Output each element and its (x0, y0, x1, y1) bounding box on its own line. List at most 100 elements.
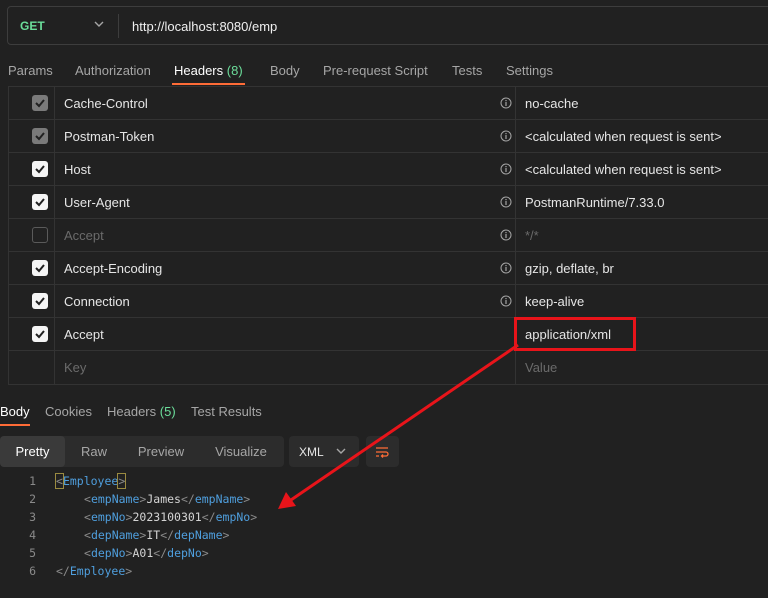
key-cell[interactable]: Accept (54, 318, 515, 350)
view-preview-button[interactable]: Preview (123, 436, 199, 467)
header-value: <calculated when request is sent> (525, 162, 722, 177)
new-value-input[interactable]: Value (515, 351, 768, 384)
header-value: <calculated when request is sent> (525, 129, 722, 144)
new-key-input[interactable]: Key (54, 351, 515, 384)
response-view-bar: Pretty Raw Preview Visualize XML (0, 436, 768, 468)
xml-root-open: Employee (62, 474, 119, 488)
url-input[interactable]: http://localhost:8080/emp (132, 19, 277, 34)
key-cell[interactable]: Accept (54, 219, 515, 251)
view-raw-button[interactable]: Raw (65, 436, 123, 467)
value-cell[interactable]: <calculated when request is sent> (515, 153, 768, 185)
key-cell[interactable]: Cache-Control (54, 87, 515, 119)
header-checkbox[interactable] (32, 194, 48, 210)
header-checkbox[interactable] (32, 227, 48, 243)
active-tab-indicator (172, 83, 245, 85)
response-active-tab-indicator (0, 424, 30, 426)
value-cell[interactable]: PostmanRuntime/7.33.0 (515, 186, 768, 218)
tab-headers[interactable]: Headers (8) (174, 63, 243, 78)
header-row: Accept */* (9, 218, 768, 251)
info-icon[interactable] (500, 163, 512, 175)
value-placeholder: Value (525, 360, 558, 375)
value-cell[interactable]: */* (515, 219, 768, 251)
tab-params[interactable]: Params (8, 63, 53, 78)
header-value: PostmanRuntime/7.33.0 (525, 195, 665, 210)
header-row: Accept-Encoding gzip, deflate, br (9, 251, 768, 284)
info-icon[interactable] (500, 97, 512, 109)
key-cell[interactable]: Accept-Encoding (54, 252, 515, 284)
response-tab-body[interactable]: Body (0, 404, 30, 419)
header-key: Accept-Encoding (64, 261, 163, 276)
checkbox-cell (9, 120, 54, 152)
key-cell[interactable]: Host (54, 153, 515, 185)
checkbox-cell (9, 252, 54, 284)
line-number: 4 (29, 528, 36, 542)
header-key: Connection (64, 294, 130, 309)
response-tab-test-results[interactable]: Test Results (191, 404, 262, 419)
value-cell[interactable]: keep-alive (515, 285, 768, 317)
header-checkbox[interactable] (32, 326, 48, 342)
code-line: 4 <depName>IT</depName> (0, 528, 768, 546)
headers-table: Cache-Control no-cache Postman-Token <ca… (8, 86, 768, 385)
key-cell[interactable]: Connection (54, 285, 515, 317)
header-checkbox[interactable] (32, 128, 48, 144)
tab-settings[interactable]: Settings (506, 63, 553, 78)
xml-tag-close: empName (194, 492, 244, 506)
wrap-lines-button[interactable] (366, 436, 399, 467)
info-icon[interactable] (500, 262, 512, 274)
line-number: 6 (29, 564, 36, 578)
header-row: User-Agent PostmanRuntime/7.33.0 (9, 185, 768, 218)
code-line: 5 <depNo>A01</depNo> (0, 546, 768, 564)
format-select[interactable]: XML (289, 436, 359, 467)
header-key: Postman-Token (64, 129, 155, 144)
header-value: */* (525, 228, 539, 243)
request-tabs: Params Authorization Headers (8) Body Pr… (0, 62, 768, 88)
response-tab-headers-count: (5) (159, 404, 176, 419)
header-row: Connection keep-alive (9, 284, 768, 317)
value-cell[interactable]: <calculated when request is sent> (515, 120, 768, 152)
checkbox-cell (9, 318, 54, 350)
header-value: no-cache (525, 96, 579, 111)
checkbox-cell (9, 219, 54, 251)
info-icon[interactable] (500, 295, 512, 307)
code-line: 3 <empNo>2023100301</empNo> (0, 510, 768, 528)
code-text: <depNo>A01</depNo> (84, 546, 209, 560)
request-url-bar: GET http://localhost:8080/emp (7, 6, 768, 45)
info-icon[interactable] (500, 130, 512, 142)
chevron-down-icon[interactable] (92, 17, 106, 31)
value-cell[interactable]: gzip, deflate, br (515, 252, 768, 284)
tab-tests[interactable]: Tests (452, 63, 482, 78)
key-cell[interactable]: User-Agent (54, 186, 515, 218)
view-visualize-button[interactable]: Visualize (199, 436, 283, 467)
xml-tag-close: empNo (215, 510, 251, 524)
xml-tag-close: depNo (167, 546, 202, 560)
code-line: 1 <Employee> (0, 473, 768, 492)
tab-headers-label: Headers (174, 63, 224, 78)
response-tab-headers[interactable]: Headers (5) (107, 404, 176, 419)
header-checkbox[interactable] (32, 95, 48, 111)
line-number: 3 (29, 510, 36, 524)
xml-tag-open: empName (90, 492, 140, 506)
tab-body[interactable]: Body (270, 63, 300, 78)
header-checkbox[interactable] (32, 293, 48, 309)
key-cell[interactable]: Postman-Token (54, 120, 515, 152)
response-tab-cookies[interactable]: Cookies (45, 404, 92, 419)
xml-root-close: Employee (69, 564, 126, 578)
checkbox-cell (9, 153, 54, 185)
header-key: Accept (64, 327, 104, 342)
header-checkbox[interactable] (32, 161, 48, 177)
value-cell[interactable]: no-cache (515, 87, 768, 119)
xml-value: IT (146, 528, 161, 542)
header-checkbox[interactable] (32, 260, 48, 276)
info-icon[interactable] (500, 229, 512, 241)
view-pretty-button[interactable]: Pretty (0, 436, 65, 467)
xml-tag-open: empNo (90, 510, 126, 524)
tab-headers-count: (8) (226, 63, 243, 78)
tab-pre-request-script[interactable]: Pre-request Script (323, 63, 428, 78)
info-icon[interactable] (500, 196, 512, 208)
xml-value: A01 (132, 546, 154, 560)
header-value: gzip, deflate, br (525, 261, 614, 276)
method-select[interactable]: GET (20, 19, 45, 33)
line-number: 2 (29, 492, 36, 506)
xml-value: James (146, 492, 181, 506)
tab-authorization[interactable]: Authorization (75, 63, 151, 78)
